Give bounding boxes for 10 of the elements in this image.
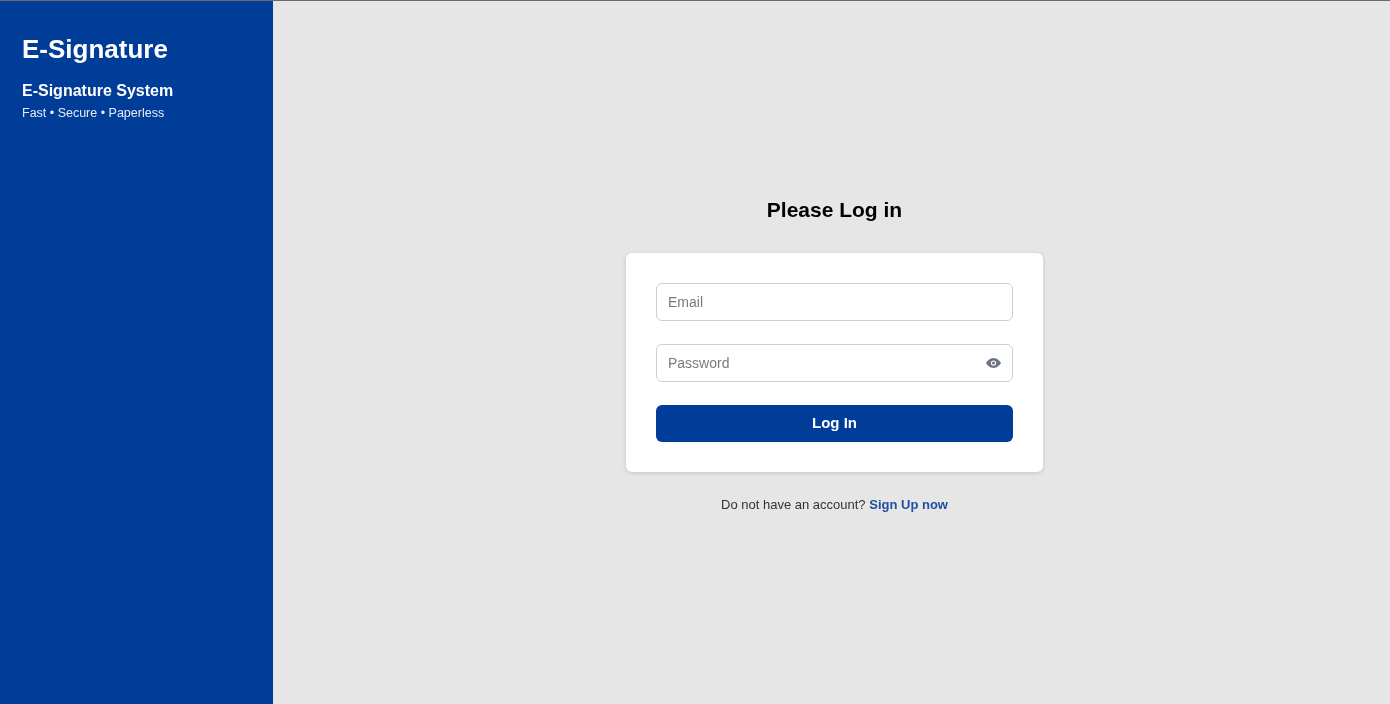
signup-link[interactable]: Sign Up now	[869, 497, 948, 512]
password-field[interactable]: Password	[656, 344, 1013, 382]
email-field[interactable]: Email	[656, 283, 1013, 321]
app-subtitle: E-Signature System	[22, 81, 174, 101]
login-button[interactable]: Log In	[656, 405, 1013, 442]
signup-prompt: Do not have an account? Sign Up now	[721, 497, 948, 513]
app-title: E-Signature	[22, 33, 168, 66]
app-tagline: Fast • Secure • Paperless	[22, 105, 165, 121]
login-heading: Please Log in	[766, 197, 903, 223]
eye-icon[interactable]	[986, 358, 1001, 368]
